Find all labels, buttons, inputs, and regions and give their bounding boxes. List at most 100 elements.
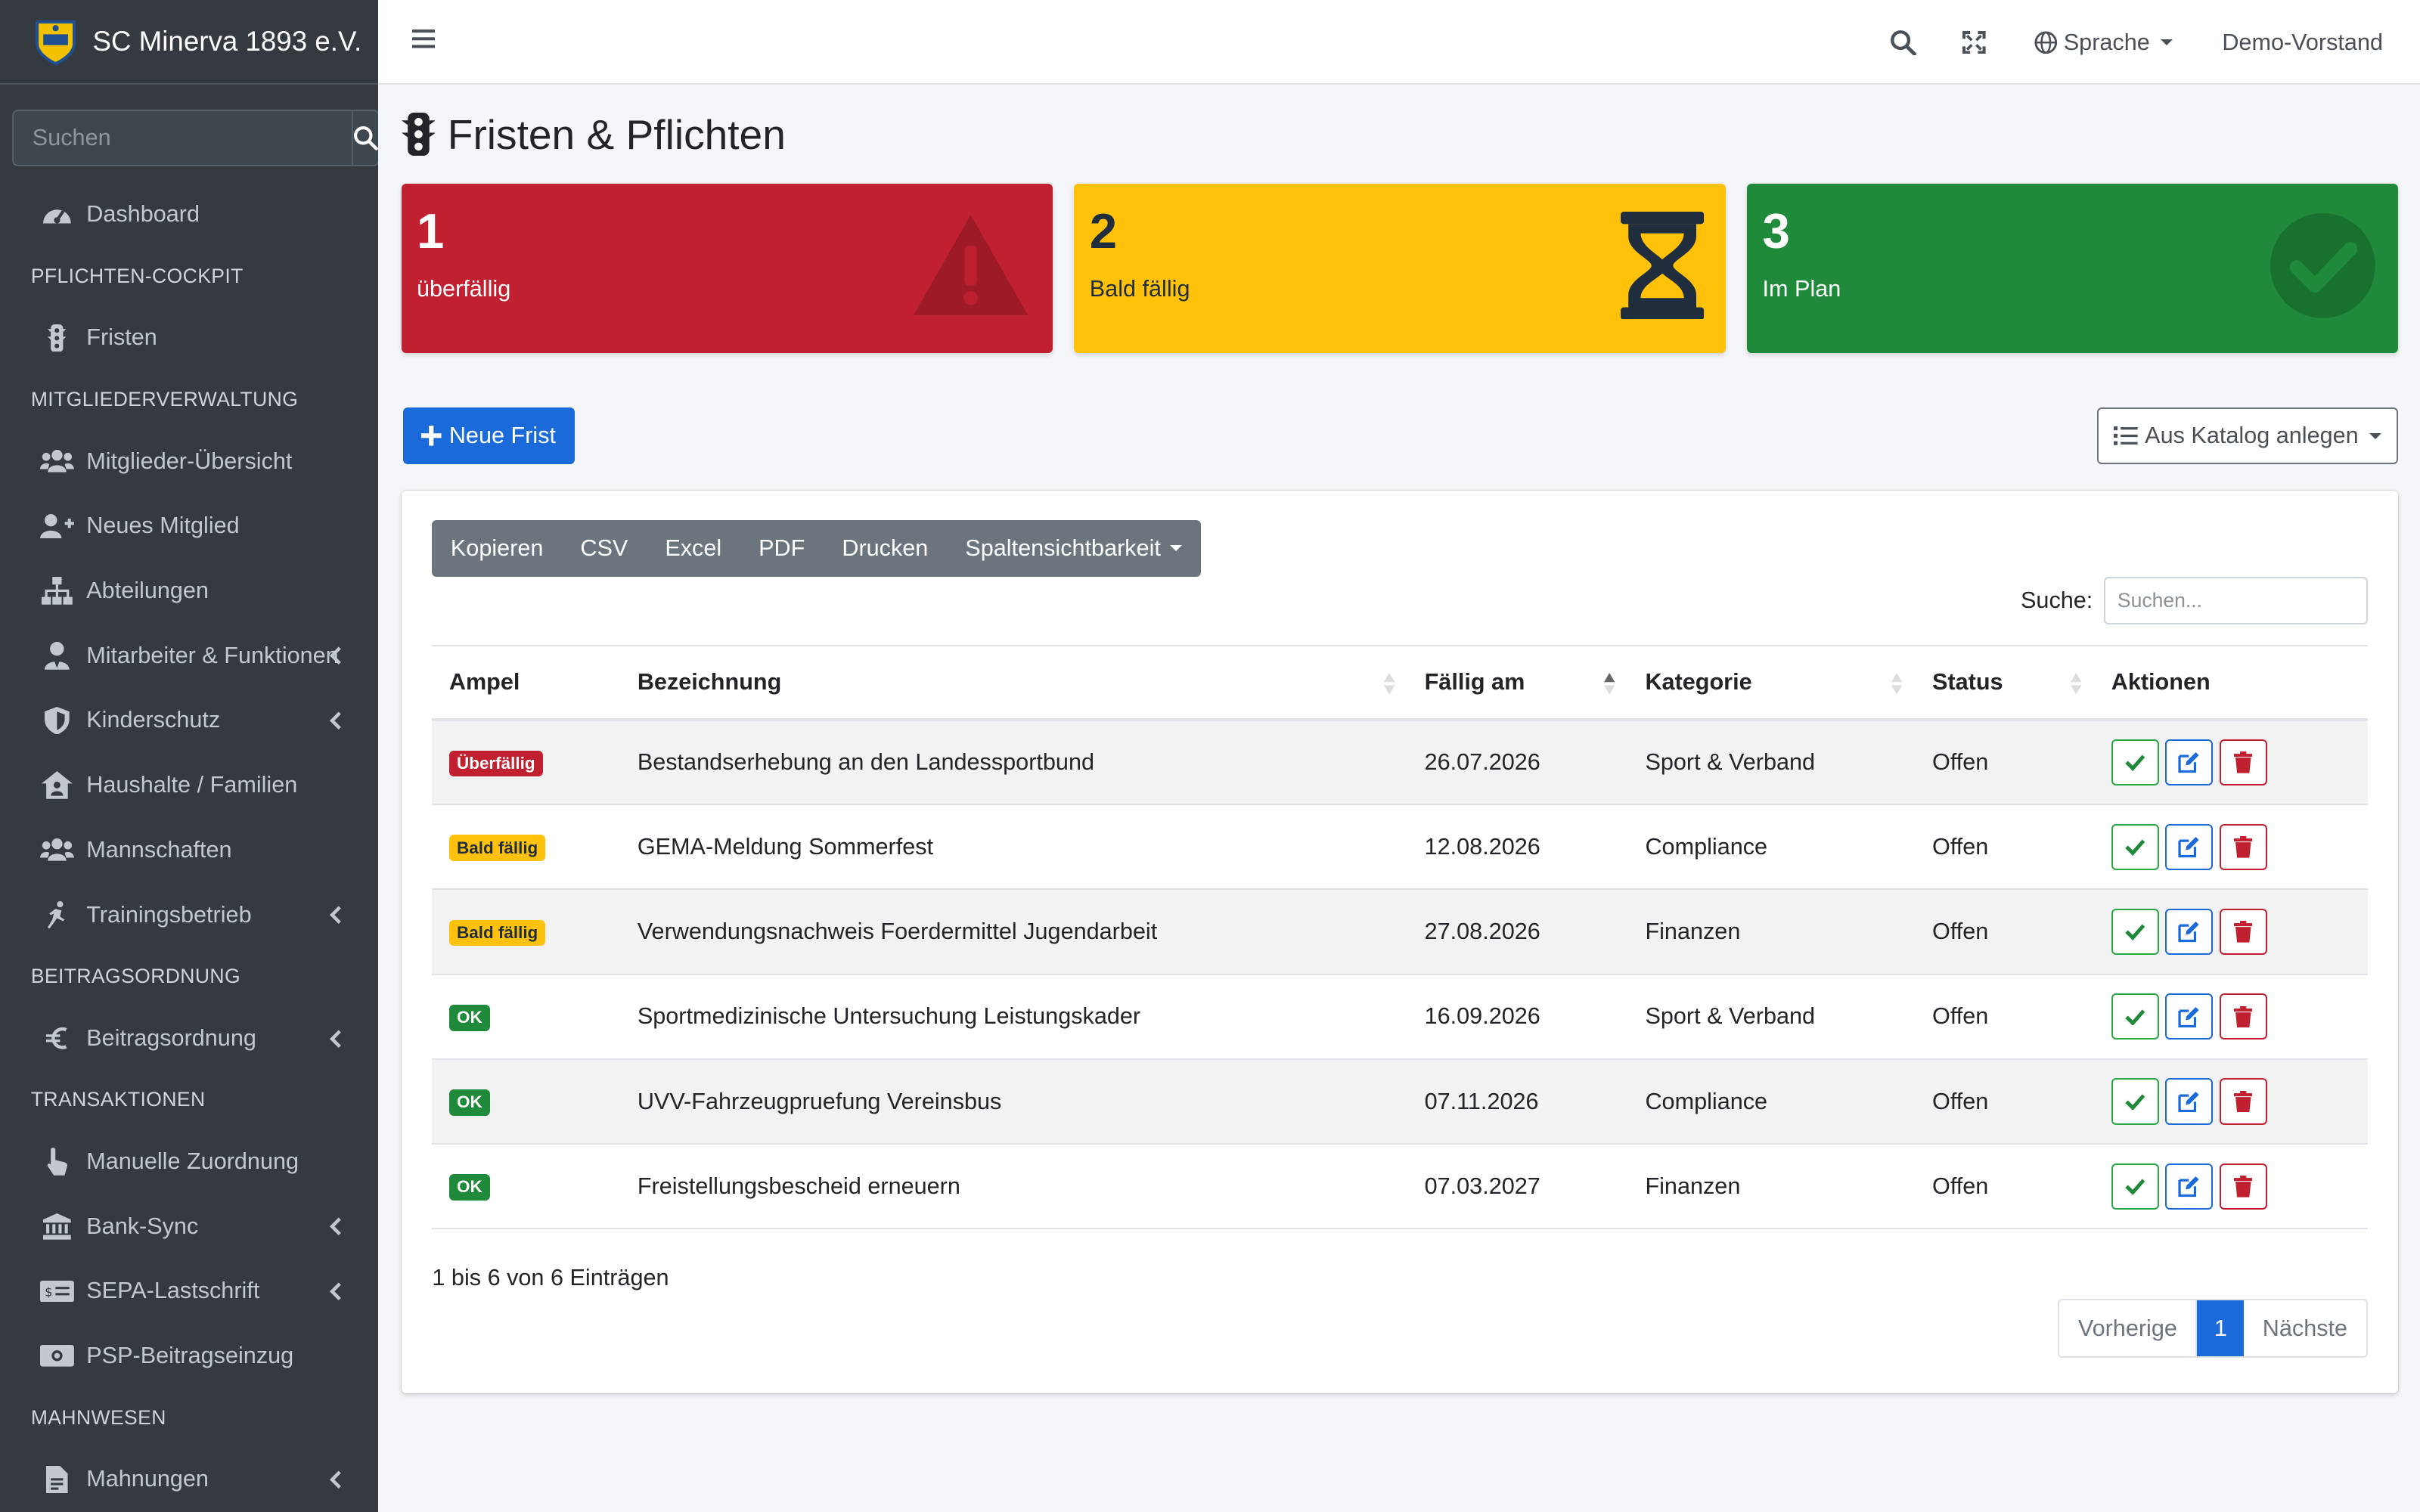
catalog-dropdown-button[interactable]: Aus Katalog anlegen: [2096, 407, 2399, 465]
sidebar-item-label: Mitglieder-Übersicht: [86, 448, 293, 474]
table-search-input[interactable]: [2103, 577, 2368, 625]
sidebar-item-dashboard[interactable]: Dashboard: [0, 182, 378, 247]
stat-box-on-plan[interactable]: 3 Im Plan: [1747, 183, 2399, 354]
user-menu[interactable]: Demo-Vorstand: [2198, 29, 2420, 56]
sidebar-item-psp-beitragseinzug[interactable]: PSP-Beitragseinzug: [0, 1324, 378, 1389]
table-row: Bald fällig Verwendungsnachweis Foerdermi…: [432, 889, 2368, 974]
navbar-search-button[interactable]: [1868, 0, 1939, 85]
pagination-previous[interactable]: Vorherige: [2059, 1300, 2198, 1356]
edit-button[interactable]: [2165, 1163, 2214, 1210]
deadlines-card: Kopieren CSV Excel PDF Drucken Spaltensichtba…: [401, 490, 2399, 1393]
delete-button[interactable]: [2219, 908, 2267, 956]
sidebar-search-input[interactable]: [12, 109, 352, 167]
cell-bezeichnung: Bestandserhebung an den Landessportbund: [637, 749, 1094, 776]
export-button-pdf[interactable]: PDF: [740, 535, 824, 562]
column-header-bezeichnung[interactable]: Bezeichnung: [620, 646, 1407, 720]
table-row: OK Freistellungsbescheid erneuern 07.03.20…: [432, 1144, 2368, 1229]
edit-button[interactable]: [2165, 823, 2214, 870]
sidebar-item-kinderschutz[interactable]: Kinderschutz: [0, 688, 378, 753]
hourglass-icon: [1620, 211, 1704, 320]
stat-box-due-soon[interactable]: 2 Bald fällig: [1074, 183, 1726, 354]
complete-button[interactable]: [2111, 993, 2159, 1040]
pagination-next[interactable]: Nächste: [2244, 1300, 2366, 1356]
sidebar-item-beitragsordnung[interactable]: Beitragsordnung: [0, 1005, 378, 1070]
caret-down-icon: [1170, 545, 1183, 552]
sidebar-item-haushalte-familien[interactable]: Haushalte / Familien: [0, 753, 378, 818]
sidebar-item-mitglieder-übersicht[interactable]: Mitglieder-Übersicht: [0, 429, 378, 494]
complete-button[interactable]: [2111, 823, 2159, 870]
sidebar-item-label: Bank-Sync: [86, 1213, 199, 1239]
cell-status: Offen: [1932, 1003, 1989, 1030]
complete-button[interactable]: [2111, 1078, 2159, 1125]
export-button-csv[interactable]: CSV: [562, 535, 647, 562]
sidebar-item-abteilungen[interactable]: Abteilungen: [0, 559, 378, 624]
cell-bezeichnung: GEMA-Meldung Sommerfest: [637, 833, 934, 860]
sidebar-section-header: MAHNWESEN: [30, 1405, 166, 1429]
column-header-kategorie[interactable]: Kategorie: [1628, 646, 1916, 720]
column-header-faellig[interactable]: Fällig am: [1407, 646, 1628, 720]
new-deadline-button[interactable]: Neue Frist: [402, 407, 575, 465]
delete-button[interactable]: [2219, 823, 2267, 870]
sidebar-item-bank-sync[interactable]: Bank-Sync: [0, 1194, 378, 1259]
complete-button[interactable]: [2111, 1163, 2159, 1210]
edit-button[interactable]: [2165, 739, 2214, 786]
cell-ampel: OK: [432, 1144, 620, 1228]
chevron-left-icon: [329, 1281, 341, 1307]
language-dropdown[interactable]: Sprache: [2009, 29, 2197, 56]
export-button-excel[interactable]: Excel: [647, 535, 740, 562]
sidebar-item-neues-mitglied[interactable]: Neues Mitglied: [0, 494, 378, 559]
column-header-status[interactable]: Status: [1916, 646, 2095, 720]
edit-button[interactable]: [2165, 908, 2214, 956]
cell-faellig: 16.09.2026: [1424, 1003, 1540, 1030]
sidebar-item-mitarbeiter-funktionen[interactable]: Mitarbeiter & Funktionen: [0, 623, 378, 688]
sidebar-item-label: Beitragsordnung: [86, 1024, 256, 1051]
chevron-left-icon: [329, 904, 341, 931]
complete-button[interactable]: [2111, 739, 2159, 786]
export-button-drucken[interactable]: Drucken: [824, 535, 947, 562]
sort-icon: [1891, 672, 1903, 695]
cell-aktionen: [2094, 1059, 2367, 1144]
check-icon: [2125, 1094, 2145, 1111]
cell-aktionen: [2094, 804, 2367, 889]
sidebar-item-manuelle-zuordnung[interactable]: Manuelle Zuordnung: [0, 1129, 378, 1194]
cell-status: Offen: [1932, 1088, 1989, 1114]
export-button-spaltensichtbarkeit[interactable]: Spaltensichtbarkeit: [947, 535, 1201, 562]
status-badge: OK: [448, 1174, 490, 1201]
actions-row: Neue Frist Aus Katalog anlegen: [402, 407, 2399, 466]
fullscreen-button[interactable]: [1938, 0, 2009, 85]
brand-link[interactable]: SC Minerva 1893 e.V.: [0, 0, 378, 85]
delete-button[interactable]: [2219, 1163, 2267, 1210]
delete-button[interactable]: [2219, 739, 2267, 786]
pagination-page[interactable]: 1: [2197, 1300, 2245, 1356]
menu-toggle-icon[interactable]: [411, 28, 436, 50]
sidebar-item-mannschaften[interactable]: Mannschaften: [0, 818, 378, 883]
file-invoice-icon: [40, 1464, 74, 1495]
sidebar-item-mahnungen[interactable]: Mahnungen: [0, 1447, 378, 1512]
cell-aktionen: [2094, 889, 2367, 974]
complete-button[interactable]: [2111, 908, 2159, 956]
edit-button[interactable]: [2165, 993, 2214, 1040]
edit-button[interactable]: [2165, 1078, 2214, 1125]
check-icon: [2125, 754, 2145, 771]
sidebar-search-button[interactable]: [352, 109, 378, 167]
cell-status: Offen: [1932, 749, 1989, 776]
caret-down-icon: [2369, 432, 2381, 439]
user-tie-icon: [40, 640, 74, 671]
sidebar-item-fristen[interactable]: Fristen: [0, 305, 378, 370]
sidebar-item-trainingsbetrieb[interactable]: Trainingsbetrieb: [0, 882, 378, 947]
delete-button[interactable]: [2219, 1078, 2267, 1125]
house-user-icon: [40, 770, 74, 801]
stat-boxes: 1 überfällig 2 Bald fällig 3 Im Plan: [401, 183, 2399, 354]
language-label: Sprache: [2063, 29, 2150, 55]
tachometer-icon: [40, 199, 74, 230]
sidebar-item-sepa-lastschrift[interactable]: $ SEPA-Lastschrift: [0, 1259, 378, 1324]
delete-button[interactable]: [2219, 993, 2267, 1040]
stat-box-overdue[interactable]: 1 überfällig: [401, 183, 1053, 354]
sidebar-search: [12, 109, 378, 167]
globe-icon: [2034, 31, 2058, 54]
sidebar-item-label: Abteilungen: [86, 578, 209, 604]
status-badge: Bald fällig: [448, 919, 546, 947]
search-icon: [354, 126, 378, 150]
export-button-kopieren[interactable]: Kopieren: [432, 535, 562, 562]
chevron-left-icon: [329, 645, 341, 671]
